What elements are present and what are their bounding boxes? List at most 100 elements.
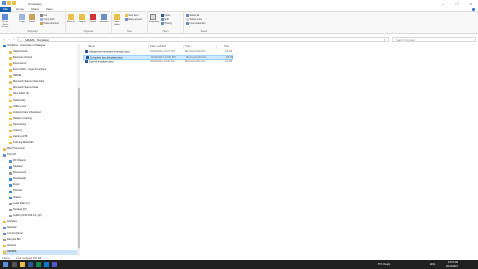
open-button[interactable]: Open bbox=[161, 14, 170, 17]
nav-item[interactable]: Libraries bbox=[3, 220, 77, 225]
nav-item[interactable]: Microsoft Teams Data bbox=[9, 86, 77, 91]
properties-icon[interactable] bbox=[7, 1, 11, 5]
nav-item[interactable]: OneDrive - University of Glasgow bbox=[3, 44, 77, 49]
invert-selection-button[interactable]: Invert selection bbox=[186, 22, 206, 25]
back-arrow-icon[interactable]: ← bbox=[2, 36, 6, 41]
column-size[interactable]: Size bbox=[224, 45, 229, 48]
rename-button[interactable]: Rename bbox=[100, 14, 108, 24]
excel-icon[interactable] bbox=[36, 262, 41, 267]
nav-item[interactable]: Outlook Files Obsoleted bbox=[9, 111, 77, 116]
paste-icon bbox=[29, 14, 35, 20]
nav-item[interactable]: Microsoft Teams Chat Files bbox=[9, 80, 77, 85]
file-row[interactable]: Assignment template example.docx 02/11/20… bbox=[83, 50, 233, 55]
file-type: Microsoft Word D... bbox=[185, 60, 208, 63]
copy-path-button[interactable]: Copy path bbox=[40, 18, 54, 21]
paste-button[interactable]: Paste bbox=[28, 14, 36, 24]
column-separator[interactable] bbox=[183, 45, 184, 49]
help-icon[interactable] bbox=[472, 8, 475, 11]
search-icon[interactable] bbox=[12, 262, 17, 267]
column-date-modified[interactable]: Date modified bbox=[150, 45, 166, 48]
column-separator[interactable] bbox=[216, 45, 217, 49]
nav-item[interactable]: Downloads bbox=[9, 177, 77, 182]
column-separator[interactable] bbox=[148, 45, 149, 49]
edit-button[interactable]: Edit bbox=[161, 18, 169, 21]
nav-item[interactable]: Documents bbox=[9, 62, 77, 67]
nav-item[interactable]: ARHMS bbox=[3, 250, 77, 255]
nav-item-label: Desktop bbox=[13, 165, 23, 169]
maximize-button[interactable]: □ bbox=[450, 0, 464, 7]
breadcrumb-templates[interactable]: Templates bbox=[37, 39, 49, 42]
language-text[interactable]: ENG bbox=[430, 263, 435, 266]
teams-icon[interactable] bbox=[52, 262, 57, 267]
nav-item[interactable]: Documents bbox=[9, 171, 77, 176]
nav-item[interactable]: Recycle Bin bbox=[3, 238, 77, 243]
nav-scrollbar-thumb[interactable] bbox=[77, 88, 80, 248]
history-button[interactable]: History bbox=[161, 22, 172, 25]
easy-access-button[interactable]: Easy access bbox=[125, 18, 142, 21]
minimize-button[interactable]: – bbox=[436, 0, 450, 7]
new-folder-button[interactable]: New folder bbox=[113, 14, 121, 26]
nav-item[interactable]: Attachments bbox=[9, 50, 77, 55]
new-item-button[interactable]: New item bbox=[125, 14, 138, 17]
nav-item[interactable]: Pictures bbox=[9, 189, 77, 194]
nav-item[interactable]: pictures bbox=[3, 244, 77, 249]
nav-item[interactable]: Control Panel bbox=[3, 232, 77, 237]
forward-arrow-icon[interactable]: → bbox=[7, 36, 11, 41]
breadcrumb-arhms[interactable]: ARHMS bbox=[25, 39, 34, 42]
nav-item[interactable]: sharing bbox=[9, 129, 77, 134]
clock-date[interactable]: 02/11/2021 bbox=[446, 265, 458, 268]
cut-button[interactable]: Cut bbox=[40, 14, 47, 17]
word-icon[interactable] bbox=[28, 262, 33, 267]
column-name[interactable]: Name bbox=[88, 45, 95, 48]
select-all-button[interactable]: Select all bbox=[186, 14, 199, 17]
up-arrow-icon[interactable]: ↑ bbox=[12, 36, 14, 41]
nav-item[interactable]: training 2/38 bbox=[9, 135, 77, 140]
nav-item[interactable]: This PC bbox=[3, 153, 77, 158]
select-none-button[interactable]: Select none bbox=[186, 18, 202, 21]
nav-item[interactable]: Notebooks bbox=[9, 99, 77, 104]
close-button[interactable]: × bbox=[464, 0, 478, 7]
nav-item-label: Control Panel bbox=[7, 231, 23, 235]
nav-item[interactable]: New folder (1) bbox=[9, 92, 77, 97]
file-row[interactable]: Complete doc template.docx 02/11/2021 13:… bbox=[83, 55, 233, 60]
properties-button[interactable]: Properties bbox=[149, 14, 159, 24]
nav-item[interactable]: Recordings bbox=[9, 123, 77, 128]
copy-to-button[interactable]: Copy to bbox=[78, 14, 86, 24]
copy-button[interactable]: Copy bbox=[18, 14, 26, 24]
nav-item[interactable]: IMSHE bbox=[9, 74, 77, 79]
move-to-button[interactable]: Move to bbox=[67, 14, 75, 24]
nav-item[interactable]: Matt Thompson bbox=[3, 147, 77, 152]
nav-item[interactable]: Excel 2016 - Logic Functions bbox=[9, 68, 77, 73]
weather-text[interactable]: 8°C Cloudy bbox=[378, 263, 390, 266]
address-bar[interactable]: › ARHMS › Templates ↻ bbox=[17, 36, 389, 42]
nav-item[interactable]: Platform training bbox=[9, 117, 77, 122]
file-row[interactable]: Submit template.docx 02/11/2021 13:09 AM M… bbox=[83, 60, 233, 65]
ribbon: Pin to Quick access Copy Paste Cut Copy … bbox=[0, 12, 478, 34]
copy-to-icon bbox=[79, 14, 85, 20]
delete-button[interactable]: Delete bbox=[89, 14, 97, 24]
folder-icon bbox=[9, 166, 12, 169]
nav-item[interactable]: Music bbox=[9, 183, 77, 188]
nav-item[interactable]: Training Materials bbox=[9, 141, 77, 146]
search-input[interactable]: Search Templates bbox=[392, 36, 476, 42]
edge-icon[interactable] bbox=[44, 262, 49, 267]
start-icon[interactable] bbox=[3, 262, 8, 267]
new-folder-icon[interactable] bbox=[12, 1, 16, 5]
file-size: 18 KB bbox=[225, 50, 233, 53]
nav-item[interactable]: 3D Objects bbox=[9, 159, 77, 164]
nav-item[interactable]: Business School bbox=[9, 56, 77, 61]
nav-item[interactable]: Storage (D:) bbox=[9, 208, 77, 213]
column-type[interactable]: Type bbox=[185, 45, 191, 48]
paste-shortcut-button[interactable]: Paste shortcut bbox=[40, 22, 59, 25]
file-explorer-icon[interactable] bbox=[20, 262, 25, 267]
nav-item[interactable]: Local Disk (C:) bbox=[9, 202, 77, 207]
nav-item[interactable]: public (\\130.159.0.1) (Z:) bbox=[9, 214, 77, 219]
nav-scrollbar[interactable] bbox=[77, 44, 80, 256]
nav-item[interactable]: Network bbox=[3, 226, 77, 231]
nav-item[interactable]: Office Lens bbox=[9, 105, 77, 110]
pin-quick-access-button[interactable]: Pin to Quick access bbox=[1, 14, 9, 29]
nav-item[interactable]: Videos bbox=[9, 196, 77, 201]
nav-item[interactable]: Desktop bbox=[9, 165, 77, 170]
refresh-icon[interactable]: ↻ bbox=[384, 39, 386, 42]
clock-time[interactable]: 10:07 AM bbox=[448, 261, 458, 264]
